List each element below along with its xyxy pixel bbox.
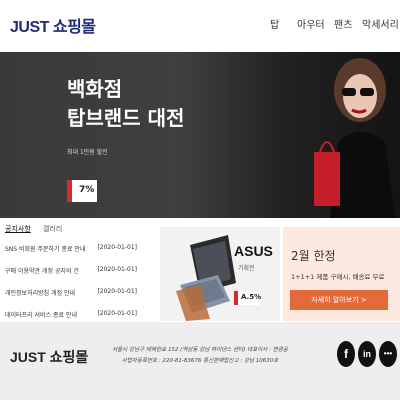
notice-date: [2020-01-01] (97, 244, 137, 251)
facebook-icon[interactable]: f (337, 341, 355, 367)
model-image (314, 58, 395, 218)
linkedin-icon[interactable]: in (358, 341, 376, 367)
site-header: JUST 쇼핑몰 탑 아우터 팬츠 악세서리 (0, 0, 400, 50)
learn-more-button[interactable]: 자세히 알아보기 > (290, 290, 388, 310)
list-item[interactable]: 구매 이용약관 개정 공지의 건 [2020-01-01] (5, 266, 155, 288)
notice-date: [2020-01-01] (97, 310, 137, 317)
main-nav: 탑 아우터 팬츠 악세서리 (0, 16, 400, 32)
hero-title: 백화점 탑브랜드 대전 (67, 75, 184, 133)
company-info: 서울시 강남구 테헤란로 152 (역삼동 강남 파이낸스 센터) 대표이사 :… (100, 345, 300, 367)
asus-subtitle: 기획전 (238, 265, 255, 272)
nav-item-pants[interactable]: 팬츠 (334, 16, 352, 31)
nav-item-accessories[interactable]: 악세서리 (362, 16, 399, 31)
notice-date: [2020-01-01] (97, 266, 137, 273)
list-item[interactable]: SNS 비회원 주문하기 종료 안내 [2020-01-01] (5, 244, 155, 266)
laptop-image (176, 235, 236, 321)
discount-badge: 7% (67, 180, 97, 202)
notice-date: [2020-01-01] (97, 288, 137, 295)
asus-brand: ASUS (234, 243, 273, 259)
nav-item-top[interactable]: 탑 (270, 16, 279, 31)
notice-title[interactable]: SNS 비회원 주문하기 종료 안내 (5, 244, 85, 253)
tab-gallery[interactable]: 갤러리 (43, 224, 62, 234)
notice-board: 공지사항 갤러리 SNS 비회원 주문하기 종료 안내 [2020-01-01]… (0, 218, 160, 319)
hero-title-line1: 백화점 (67, 77, 123, 101)
discount-value: 7% (79, 185, 95, 195)
nav-item-outer[interactable]: 아우터 (297, 16, 325, 31)
hero-subtitle: 최대 1만원 할인 (67, 149, 108, 156)
company-registration: 사업자등록번호 : 220-81-83676 통신판매업신고 : 강남 1063… (121, 358, 279, 364)
hero-title-line2: 탑브랜드 대전 (67, 106, 185, 130)
notice-title[interactable]: 개인정보처리방침 개정 안내 (5, 288, 75, 297)
notice-title[interactable]: 데이터프리 서비스 종료 안내 (5, 310, 77, 319)
chat-icon[interactable]: ••• (379, 341, 397, 367)
footer-logo[interactable]: JUST 쇼핑몰 (10, 347, 88, 367)
tab-notice[interactable]: 공지사항 (5, 224, 31, 234)
notice-list: SNS 비회원 주문하기 종료 안내 [2020-01-01] 구매 이용약관 … (5, 244, 155, 332)
promo-title: 2월 한정 (291, 249, 336, 263)
asus-banner[interactable]: ASUS 기획전 A.5% (160, 227, 280, 321)
asus-discount-value: A.5% (241, 293, 262, 301)
list-item[interactable]: 개인정보처리방침 개정 안내 [2020-01-01] (5, 288, 155, 310)
company-address: 서울시 강남구 테헤란로 152 (역삼동 강남 파이낸스 센터) 대표이사 :… (112, 347, 288, 353)
promo-subtitle: 1+1+1 제품 구매시, 배송료 무료 (291, 273, 385, 281)
asus-discount-badge: A.5% (234, 291, 262, 305)
site-footer: JUST 쇼핑몰 서울시 강남구 테헤란로 152 (역삼동 강남 파이낸스 센… (0, 322, 400, 400)
notice-title[interactable]: 구매 이용약관 개정 공지의 건 (5, 266, 79, 275)
promo-banner: 2월 한정 1+1+1 제품 구매시, 배송료 무료 자세히 알아보기 > (283, 227, 400, 321)
hero-banner[interactable]: 백화점 탑브랜드 대전 최대 1만원 할인 7% (0, 52, 400, 218)
